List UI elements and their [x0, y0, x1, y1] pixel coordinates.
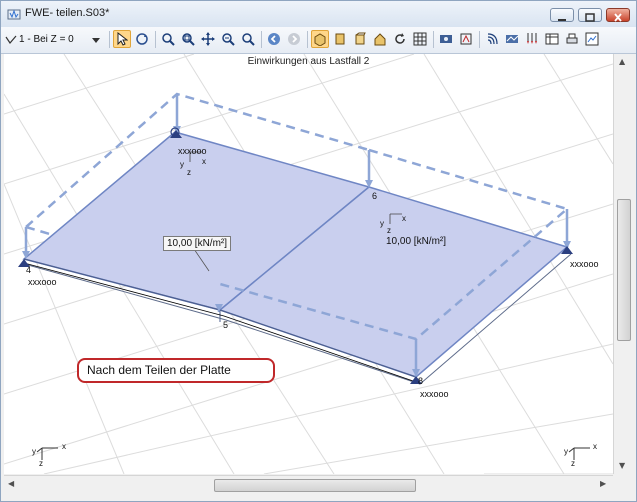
- node-label-6: 6: [372, 191, 378, 201]
- scroll-right-icon[interactable]: ▶: [600, 479, 606, 488]
- select-pointer-icon[interactable]: [113, 30, 131, 48]
- load-value-right: 10,00 [kN/m²]: [386, 236, 447, 247]
- toolbar-separator: [433, 31, 434, 48]
- node-label-4: 4: [26, 265, 32, 275]
- horizontal-scrollbar[interactable]: ◀ ▶: [4, 475, 613, 493]
- global-axis-x-label-right: x: [593, 442, 597, 451]
- global-axis-y-label-right: y: [564, 447, 568, 456]
- vertical-scrollbar[interactable]: ▲ ▼: [613, 54, 632, 474]
- toolbar-separator: [307, 31, 308, 48]
- support-label-right: xxxooo: [570, 259, 599, 269]
- toolbar-separator: [261, 31, 262, 48]
- vertical-scroll-thumb[interactable]: [617, 199, 631, 341]
- canvas-heading: Einwirkungen aus Lastfall 2: [247, 56, 370, 67]
- forward-arrow-icon[interactable]: [285, 30, 303, 48]
- loads-icon[interactable]: [523, 30, 541, 48]
- structure-drawing: [4, 54, 613, 474]
- app-icon: [7, 9, 21, 20]
- minimize-button[interactable]: [550, 8, 574, 22]
- grid-icon[interactable]: [411, 30, 429, 48]
- toolbar-separator: [155, 31, 156, 48]
- back-arrow-icon[interactable]: [265, 30, 283, 48]
- pan-icon[interactable]: [199, 30, 217, 48]
- render-icon[interactable]: [437, 30, 455, 48]
- front-view-icon[interactable]: [331, 30, 349, 48]
- view-select-value: 1 - Bei Z = 0: [19, 34, 74, 45]
- local-axis-z-label: z: [187, 168, 191, 177]
- callout-note: Nach dem Teilen der Platte: [77, 358, 275, 383]
- close-button[interactable]: [606, 8, 630, 22]
- support-label-left: xxxooo: [28, 277, 57, 287]
- table-icon[interactable]: [543, 30, 561, 48]
- zoom-all-icon[interactable]: [219, 30, 237, 48]
- local-axis-x-label: x: [202, 157, 206, 166]
- section-icon[interactable]: [483, 30, 501, 48]
- side-view-icon[interactable]: [351, 30, 369, 48]
- horizontal-scroll-thumb[interactable]: [214, 479, 416, 492]
- global-axis-x-label: x: [62, 442, 66, 451]
- rotate-view-icon[interactable]: [133, 30, 151, 48]
- isometric-view-icon[interactable]: [311, 30, 329, 48]
- refresh-icon[interactable]: [391, 30, 409, 48]
- toolbar-separator: [109, 31, 110, 48]
- print-icon[interactable]: [563, 30, 581, 48]
- global-axis-left: [36, 447, 58, 460]
- load-value-left: 10,00 [kN/m²]: [163, 236, 232, 251]
- zoom-window-icon[interactable]: [179, 30, 197, 48]
- toolbar-separator: [479, 31, 480, 48]
- support-label-top: xxxooo: [178, 146, 207, 156]
- global-axis-z-label: z: [39, 459, 43, 468]
- support-label-bottom: xxxooo: [420, 389, 449, 399]
- global-axis-z-label-right: z: [571, 459, 575, 468]
- local-axis-y-label-2: y: [380, 219, 384, 228]
- global-axis-y-label: y: [32, 447, 36, 456]
- global-axis-right: [568, 447, 590, 460]
- display-options-icon[interactable]: [457, 30, 475, 48]
- app-window: FWE- teilen.S03* 1 - Bei Z = 0 Einwirkun…: [0, 0, 637, 502]
- chevron-down-icon: [91, 37, 100, 43]
- scroll-up-icon[interactable]: ▲: [619, 57, 625, 66]
- plate-surfaces: [22, 131, 572, 385]
- results-icon[interactable]: [503, 30, 521, 48]
- window-title: FWE- teilen.S03*: [25, 7, 110, 19]
- title-bar: FWE- teilen.S03*: [1, 1, 636, 27]
- local-axis-y-label: y: [180, 160, 184, 169]
- scroll-down-icon[interactable]: ▼: [619, 461, 625, 470]
- view-select[interactable]: 1 - Bei Z = 0: [5, 30, 105, 49]
- node-label-8: 8: [418, 376, 424, 386]
- scroll-left-icon[interactable]: ◀: [8, 479, 14, 488]
- local-axis-z-label-2: z: [387, 226, 391, 235]
- local-axis-x-label-2: x: [402, 214, 406, 223]
- view-axis-icon: [5, 35, 17, 44]
- zoom-icon[interactable]: [159, 30, 177, 48]
- drawing-canvas[interactable]: Einwirkungen aus Lastfall 2 xxxooo y x z…: [4, 54, 613, 474]
- node-label-5: 5: [223, 320, 229, 330]
- maximize-button[interactable]: [578, 8, 602, 22]
- export-icon[interactable]: [583, 30, 601, 48]
- toolbar: 1 - Bei Z = 0: [1, 27, 636, 54]
- home-view-icon[interactable]: [371, 30, 389, 48]
- zoom-previous-icon[interactable]: [239, 30, 257, 48]
